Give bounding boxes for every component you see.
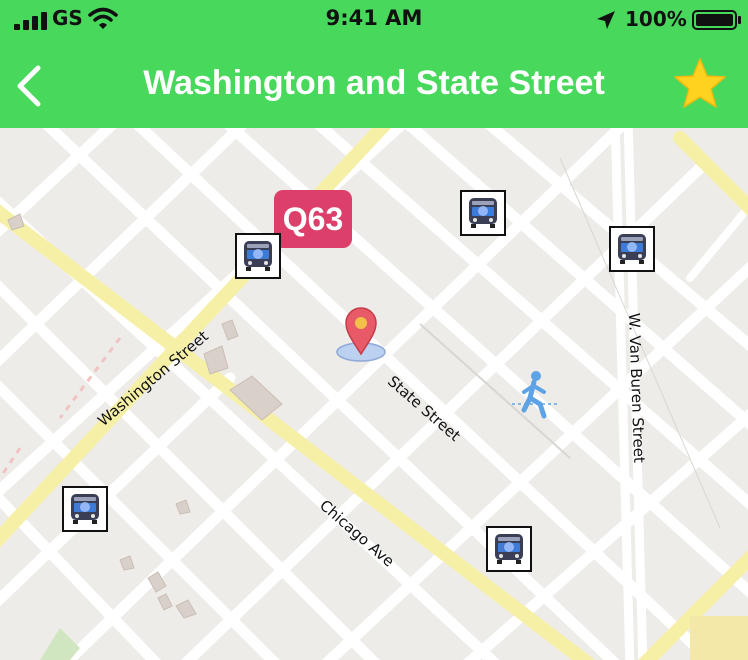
battery-percent: 100%	[625, 7, 687, 31]
bus-stop-icon[interactable]	[609, 226, 655, 272]
navigation-bar: Washington and State Street	[0, 40, 748, 128]
location-arrow-icon	[597, 11, 615, 29]
status-bar: GS 9:41 AM 100%	[0, 0, 748, 40]
bus-stop-icon[interactable]	[235, 233, 281, 279]
pedestrian-icon	[512, 371, 558, 419]
route-badge[interactable]: Q63	[274, 190, 352, 248]
battery-icon	[692, 10, 741, 30]
back-button[interactable]	[12, 64, 48, 108]
screen: GS 9:41 AM 100% Washington and State Str…	[0, 0, 748, 660]
bus-stop-icon[interactable]	[486, 526, 532, 572]
bus-stop-icon[interactable]	[62, 486, 108, 532]
header: GS 9:41 AM 100% Washington and State Str…	[0, 0, 748, 128]
location-pin-icon[interactable]	[334, 304, 388, 364]
map-view[interactable]: Washington Street State Street Chicago A…	[0, 128, 748, 660]
favorite-star-icon[interactable]	[672, 56, 728, 112]
bus-stop-icon[interactable]	[460, 190, 506, 236]
page-title: Washington and State Street	[143, 64, 605, 102]
